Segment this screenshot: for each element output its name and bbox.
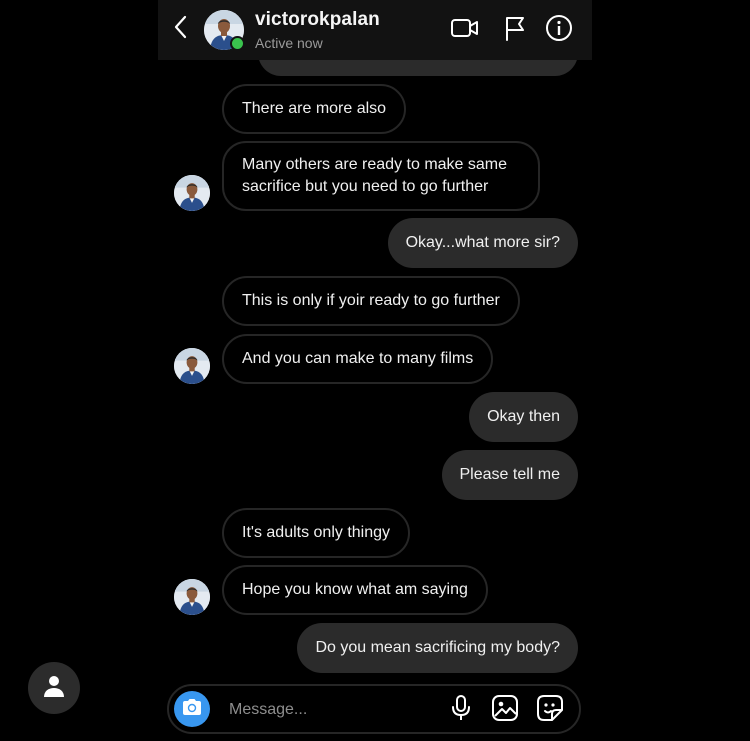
sender-avatar[interactable] bbox=[174, 579, 210, 615]
flag-icon bbox=[504, 15, 526, 46]
message-incoming[interactable]: And you can make to many films bbox=[222, 334, 494, 384]
online-status-dot bbox=[230, 36, 245, 51]
gallery-button[interactable] bbox=[491, 694, 519, 727]
message-incoming[interactable]: Many others are ready to make same sacri… bbox=[222, 141, 540, 211]
person-icon bbox=[42, 674, 66, 703]
report-button[interactable] bbox=[500, 15, 530, 45]
message-incoming[interactable]: Hope you know what am saying bbox=[222, 565, 488, 615]
sender-avatar[interactable] bbox=[174, 175, 210, 211]
voice-message-button[interactable] bbox=[447, 694, 475, 727]
profile-button[interactable] bbox=[28, 662, 80, 714]
message-outgoing[interactable]: Do you mean sacrificing my body? bbox=[297, 623, 578, 673]
message-text: And you can make to many films bbox=[242, 350, 474, 367]
profile-avatar[interactable] bbox=[204, 10, 245, 51]
message-incoming[interactable]: It's adults only thingy bbox=[222, 508, 411, 558]
chevron-left-icon bbox=[173, 15, 187, 44]
video-call-icon bbox=[450, 17, 480, 44]
message-incoming[interactable]: This is only if yoir ready to go further bbox=[222, 276, 520, 326]
microphone-icon bbox=[451, 694, 471, 727]
message-text: There are more also bbox=[242, 100, 387, 117]
active-status: Active now bbox=[255, 35, 323, 51]
message-input[interactable] bbox=[227, 694, 431, 726]
message-incoming[interactable]: There are more also bbox=[222, 84, 407, 134]
sender-avatar[interactable] bbox=[174, 348, 210, 384]
message-text: It's adults only thingy bbox=[242, 524, 391, 541]
video-call-button[interactable] bbox=[450, 15, 480, 45]
message-outgoing[interactable]: Okay then bbox=[469, 392, 578, 442]
camera-button[interactable] bbox=[174, 691, 210, 727]
info-icon bbox=[545, 14, 573, 47]
message-text: Do you mean sacrificing my body? bbox=[315, 639, 560, 656]
back-button[interactable] bbox=[168, 14, 192, 44]
chat-username[interactable]: victorokpalan bbox=[255, 9, 380, 31]
chat-header: victorokpalan Active now bbox=[158, 0, 592, 60]
gallery-icon bbox=[491, 694, 519, 727]
message-composer bbox=[167, 684, 581, 734]
message-text: Many others are ready to make same sacri… bbox=[242, 156, 508, 195]
message-text: This is only if yoir ready to go further bbox=[242, 292, 500, 309]
sticker-button[interactable] bbox=[536, 694, 564, 727]
message-text: Please tell me bbox=[459, 466, 561, 483]
info-button[interactable] bbox=[544, 14, 574, 47]
camera-icon bbox=[181, 698, 203, 721]
message-text: Okay then bbox=[487, 408, 560, 425]
message-outgoing[interactable]: Okay...what more sir? bbox=[387, 218, 578, 268]
sticker-icon bbox=[536, 694, 564, 727]
message-text: Hope you know what am saying bbox=[242, 581, 468, 598]
message-text: Okay...what more sir? bbox=[405, 234, 560, 251]
screen: victorokpalan Active now There are more … bbox=[0, 0, 750, 741]
chat-window: victorokpalan Active now There are more … bbox=[158, 0, 592, 741]
message-outgoing[interactable]: Please tell me bbox=[441, 450, 578, 500]
